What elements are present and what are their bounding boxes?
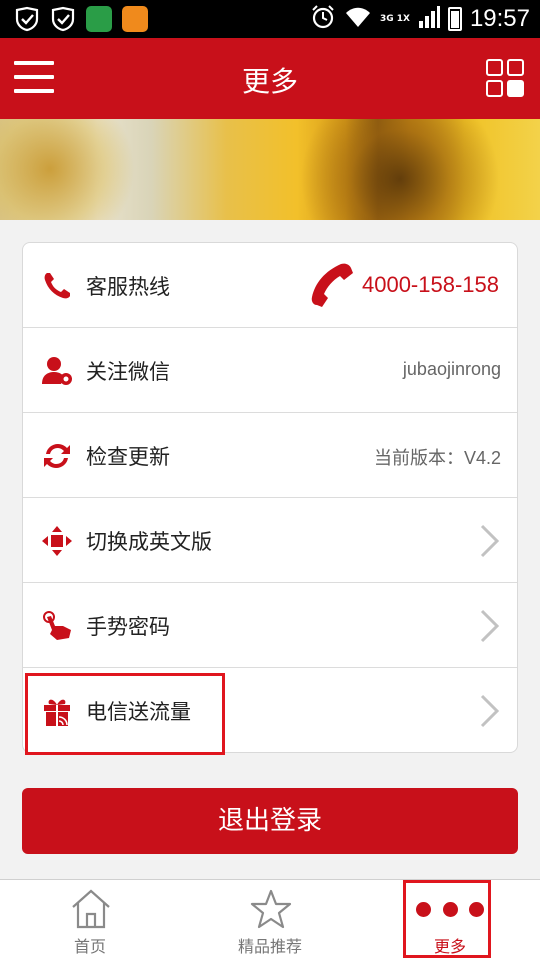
- check-update-label: 检查更新: [86, 445, 170, 469]
- wechat-label: 关注微信: [86, 360, 170, 384]
- sunflower-banner[interactable]: [0, 119, 540, 220]
- hotline-number[interactable]: 4000-158-158: [362, 272, 499, 298]
- phone-call-icon[interactable]: [309, 261, 355, 309]
- list-item-check-update[interactable]: 检查更新 当前版本：V4.2: [23, 413, 517, 498]
- wifi-icon: [344, 5, 372, 33]
- list-item-hotline[interactable]: 客服热线 4000-158-158: [23, 243, 517, 328]
- gesture-password-label: 手势密码: [86, 615, 170, 639]
- switch-english-label: 切换成英文版: [86, 530, 212, 554]
- grid-apps-icon[interactable]: [486, 59, 526, 99]
- current-version: 当前版本：V4.2: [373, 448, 501, 468]
- list-item-gesture-password[interactable]: 手势密码: [23, 583, 517, 668]
- tab-recommended-label: 精品推荐: [237, 937, 302, 956]
- chevron-right-icon: [479, 693, 501, 729]
- user-settings-icon: [41, 355, 73, 387]
- chevron-right-icon: [479, 608, 501, 644]
- tab-home[interactable]: 首页: [30, 880, 150, 960]
- tab-recommended[interactable]: 精品推荐: [210, 880, 330, 960]
- highlight-annotation: [25, 673, 225, 755]
- move-arrows-icon: [41, 525, 73, 557]
- star-icon: [250, 888, 292, 930]
- clock: 19:57: [469, 5, 530, 32]
- tab-home-label: 首页: [73, 937, 106, 956]
- status-bar-notifications: [14, 6, 148, 32]
- status-bar-system: 3G 1X 19:57: [310, 4, 530, 34]
- list-item-switch-english[interactable]: 切换成英文版: [23, 498, 517, 583]
- shield-check-icon: [14, 6, 40, 32]
- list-item-wechat[interactable]: 关注微信 jubaojinrong: [23, 328, 517, 413]
- phone-icon: [41, 270, 73, 302]
- page-title: 更多: [241, 65, 298, 98]
- hand-gesture-icon: [41, 610, 73, 642]
- logout-button[interactable]: 退出登录: [22, 788, 518, 854]
- battery-icon: [447, 7, 462, 31]
- highlight-annotation: [403, 880, 491, 958]
- app-header: 更多: [0, 38, 540, 119]
- home-icon: [70, 888, 112, 930]
- network-type: 3G 1X: [379, 13, 410, 24]
- hotline-label: 客服热线: [86, 275, 170, 299]
- huawei-app-icon: [86, 6, 112, 32]
- chevron-right-icon: [479, 523, 501, 559]
- signal-icon: [418, 5, 440, 33]
- status-bar: 3G 1X 19:57: [0, 0, 540, 38]
- alarm-icon: [310, 4, 336, 34]
- shield-check-icon: [50, 6, 76, 32]
- wechat-account: jubaojinrong: [402, 359, 501, 379]
- uc-browser-icon: [122, 6, 148, 32]
- refresh-icon: [41, 440, 73, 472]
